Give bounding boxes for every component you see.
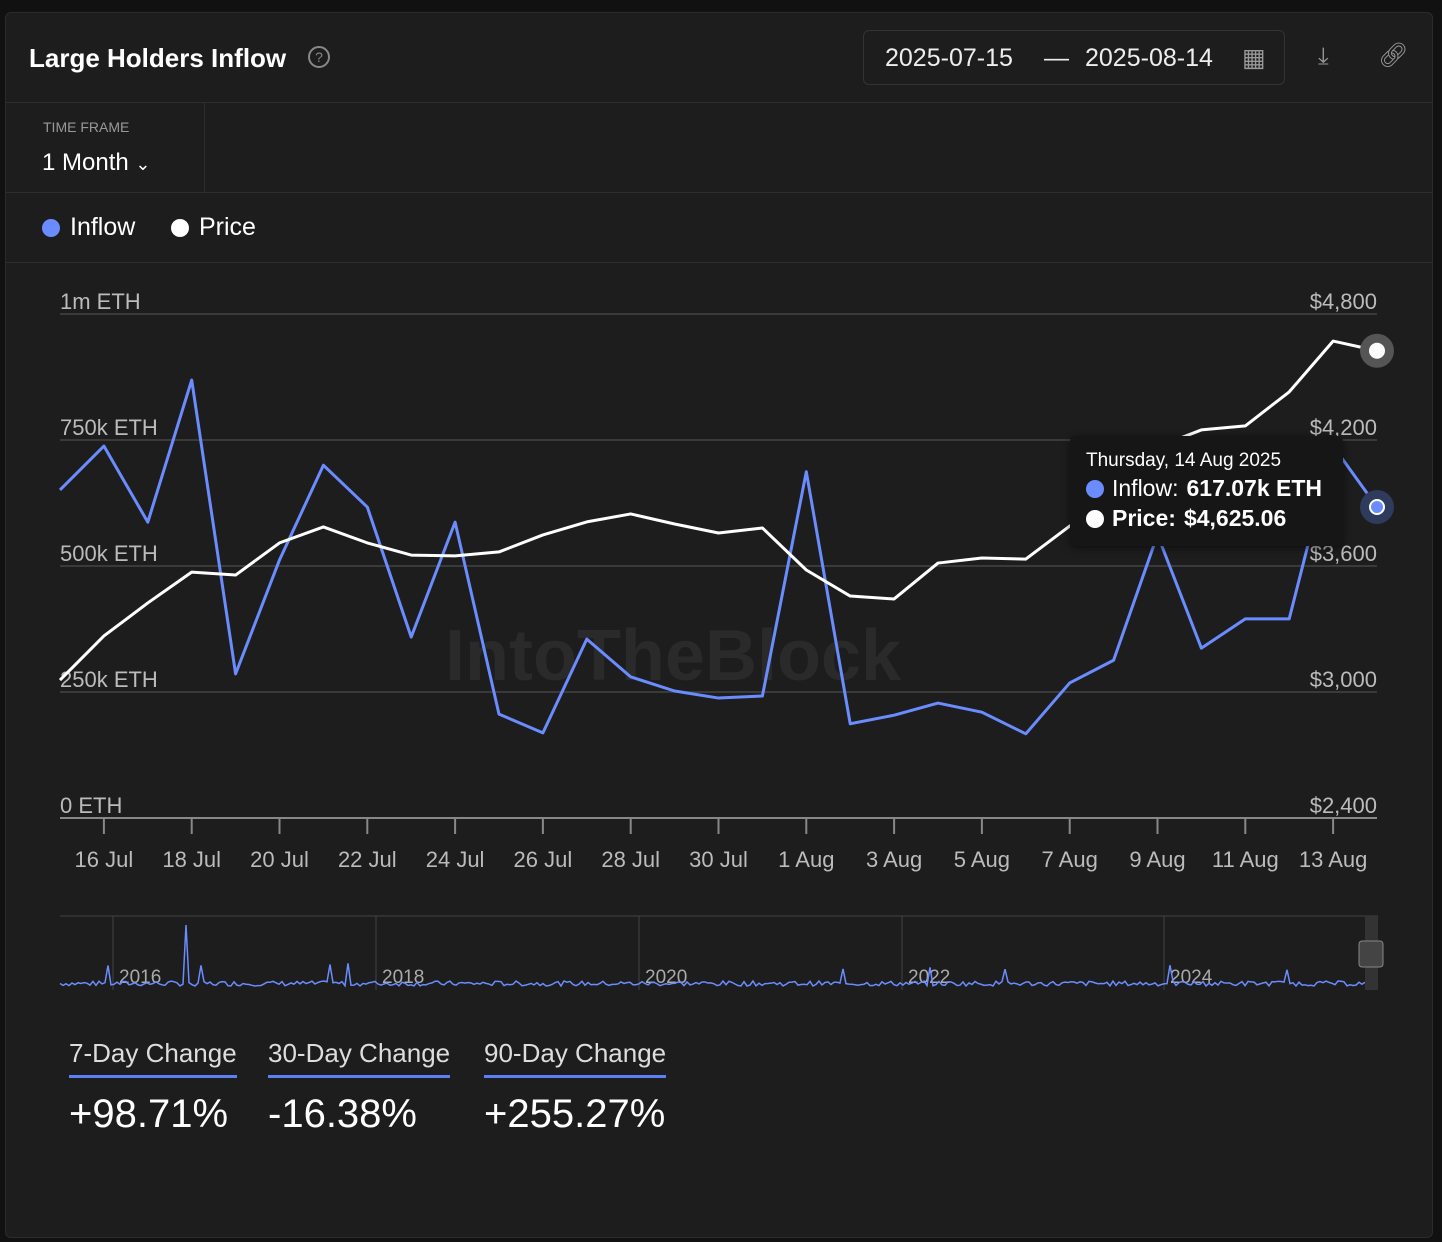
tooltip-inflow-value: 617.07k ETH	[1186, 475, 1323, 501]
y-left-tick: 500k ETH	[60, 541, 158, 566]
x-tick-label: 24 Jul	[426, 847, 485, 872]
stat-value: -16.38%	[268, 1092, 417, 1136]
stat-label: 30-Day Change	[268, 1038, 451, 1078]
inflow-dot-icon	[1086, 479, 1104, 498]
stat-value: +255.27%	[484, 1092, 666, 1136]
stat-90day[interactable]: 90-Day Change +255.27%	[484, 1038, 667, 1137]
stat-30day[interactable]: 30-Day Change -16.38%	[268, 1038, 451, 1137]
y-left-tick: 0 ETH	[60, 793, 122, 818]
tooltip-price-label: Price:	[1112, 505, 1176, 531]
hover-point	[1369, 498, 1385, 515]
x-tick-label: 11 Aug	[1212, 847, 1279, 872]
hover-point	[1369, 342, 1385, 359]
x-tick-label: 26 Jul	[514, 847, 573, 872]
tooltip-price-value: $4,625.06	[1183, 505, 1287, 531]
x-tick-label: 20 Jul	[250, 847, 309, 872]
navigator-handle[interactable]	[1358, 940, 1384, 968]
tooltip: Thursday, 14 Aug 2025 Inflow: 617.07k ETH…	[1070, 436, 1343, 546]
x-tick-label: 16 Jul	[75, 847, 134, 872]
y-left-tick: 250k ETH	[60, 667, 158, 692]
stat-7day[interactable]: 7-Day Change +98.71%	[69, 1038, 237, 1137]
tooltip-inflow-label: Inflow:	[1112, 475, 1179, 501]
y-right-tick: $2,400	[1310, 793, 1377, 818]
x-tick-label: 30 Jul	[689, 847, 748, 872]
stat-label: 7-Day Change	[69, 1038, 237, 1078]
x-tick-label: 1 Aug	[778, 847, 834, 872]
x-tick-label: 5 Aug	[954, 847, 1010, 872]
x-tick-label: 3 Aug	[866, 847, 922, 872]
x-tick-label: 7 Aug	[1042, 847, 1098, 872]
y-left-tick: 750k ETH	[60, 415, 158, 440]
stat-value: +98.71%	[69, 1092, 229, 1136]
price-dot-icon	[1086, 509, 1104, 528]
x-tick-label: 28 Jul	[601, 847, 660, 872]
tooltip-date: Thursday, 14 Aug 2025	[1086, 450, 1282, 471]
x-tick-label: 13 Aug	[1299, 847, 1368, 872]
x-tick-label: 22 Jul	[338, 847, 397, 872]
y-right-tick: $4,800	[1310, 289, 1377, 314]
x-tick-label: 9 Aug	[1129, 847, 1185, 872]
stat-label: 90-Day Change	[484, 1038, 667, 1078]
y-left-tick: 1m ETH	[60, 289, 141, 314]
y-right-tick: $3,000	[1310, 667, 1377, 692]
navigator-tick-label: 2020	[645, 967, 687, 988]
x-tick-label: 18 Jul	[162, 847, 221, 872]
